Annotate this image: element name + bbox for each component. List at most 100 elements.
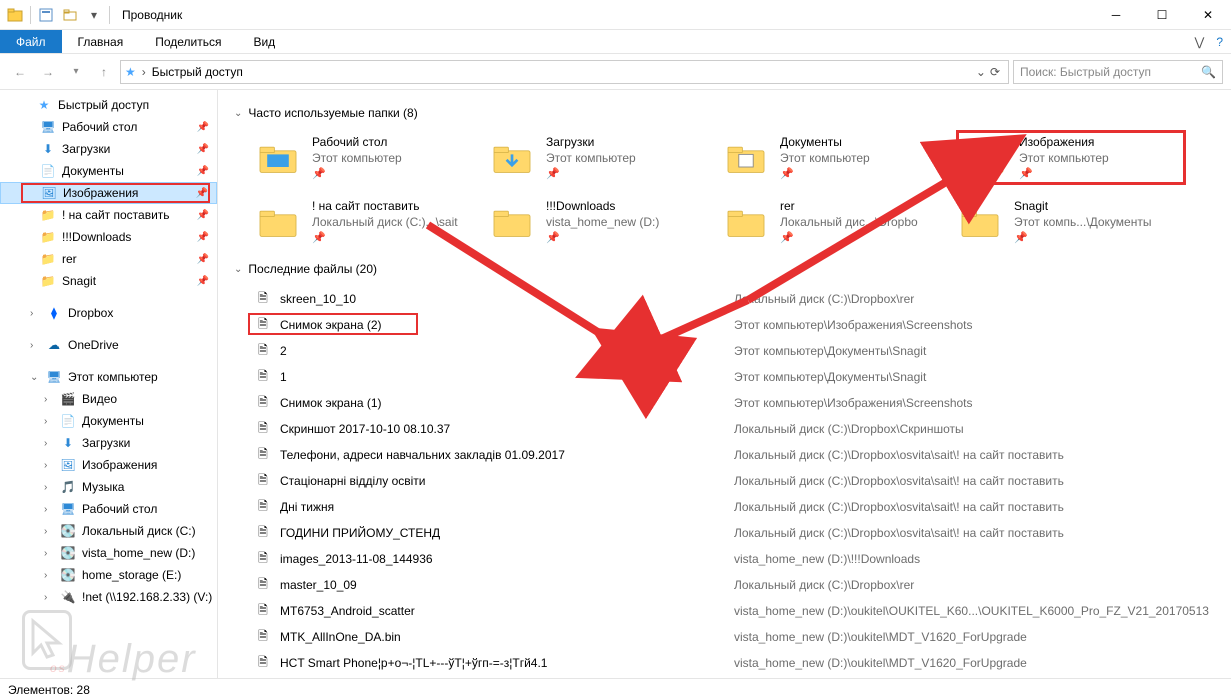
item-icon: ⬇ [60, 435, 76, 451]
pin-icon: 📌 [197, 144, 209, 155]
pin-icon: 📌 [312, 167, 402, 180]
path-separator-icon: › [142, 65, 146, 79]
file-row-5[interactable]: 🗎Скриншот 2017-10-10 08.10.37Локальный д… [254, 416, 1223, 442]
sidebar-item-0[interactable]: 🖥Рабочий стол📌 [0, 116, 217, 138]
file-row-2[interactable]: 🗎2Этот компьютер\Документы\Snagit [254, 338, 1223, 364]
sidebar-pc-item-0[interactable]: ›🎬Видео [0, 388, 217, 410]
sidebar-quick-access[interactable]: ★ Быстрый доступ [0, 94, 217, 116]
sidebar-pc-item-5[interactable]: ›🖥Рабочий стол [0, 498, 217, 520]
folder-item-5[interactable]: !!!Downloadsvista_home_new (D:)📌 [488, 199, 718, 244]
pin-icon: 📌 [546, 231, 659, 244]
search-input[interactable]: Поиск: Быстрый доступ 🔍 [1013, 60, 1223, 84]
sidebar-pc-item-7[interactable]: ›💽vista_home_new (D:) [0, 542, 217, 564]
file-icon: 🗎 [254, 394, 272, 412]
sidebar-pc-item-4[interactable]: ›🎵Музыка [0, 476, 217, 498]
sidebar-pc-item-1[interactable]: ›📄Документы [0, 410, 217, 432]
sidebar-this-pc[interactable]: ⌄🖥 Этот компьютер [0, 366, 217, 388]
sidebar-item-7[interactable]: 📁Snagit📌 [0, 270, 217, 292]
title-bar: ▾ Проводник ─ ☐ ✕ [0, 0, 1231, 30]
sidebar-pc-item-6[interactable]: ›💽Локальный диск (C:) [0, 520, 217, 542]
app-icon [4, 4, 26, 26]
folder-item-3[interactable]: ИзображенияЭтот компьютер📌 [956, 130, 1186, 185]
file-row-11[interactable]: 🗎master_10_09Локальный диск (C:)\Dropbox… [254, 572, 1223, 598]
file-icon: 🗎 [254, 316, 272, 334]
sidebar-item-3[interactable]: 🖼Изображения📌 [0, 182, 217, 204]
file-icon: 🗎 [254, 628, 272, 646]
item-icon: 📄 [60, 413, 76, 429]
ribbon-tab-home[interactable]: Главная [62, 30, 140, 53]
file-icon: 🗎 [254, 420, 272, 438]
sidebar-pc-item-2[interactable]: ›⬇Загрузки [0, 432, 217, 454]
file-row-1[interactable]: 🗎Снимок экрана (2)Этот компьютер\Изображ… [254, 312, 1223, 338]
nav-recent-dropdown[interactable]: ▾ [64, 60, 88, 84]
item-icon: 🎬 [60, 391, 76, 407]
file-row-3[interactable]: 🗎1Этот компьютер\Документы\Snagit [254, 364, 1223, 390]
qat-properties-icon[interactable] [35, 4, 57, 26]
folder-item-4[interactable]: ! на сайт поставитьЛокальный диск (C:)..… [254, 199, 484, 244]
file-icon: 🗎 [254, 498, 272, 516]
qat-dropdown-icon[interactable]: ▾ [83, 4, 105, 26]
file-row-8[interactable]: 🗎Дні тижняЛокальный диск (C:)\Dropbox\os… [254, 494, 1223, 520]
file-icon: 🗎 [254, 550, 272, 568]
file-row-12[interactable]: 🗎MT6753_Android_scattervista_home_new (D… [254, 598, 1223, 624]
pin-icon: 📌 [312, 231, 458, 244]
img-icon: 🖼 [41, 185, 57, 201]
qat-newfolder-icon[interactable] [59, 4, 81, 26]
folder-icon [961, 138, 1009, 178]
file-row-9[interactable]: 🗎ГОДИНИ ПРИЙОМУ_СТЕНДЛокальный диск (C:)… [254, 520, 1223, 546]
folder-icon [488, 138, 536, 178]
pin-icon: 📌 [780, 167, 870, 180]
sidebar-pc-item-3[interactable]: ›🖼Изображения [0, 454, 217, 476]
nav-up-button[interactable]: ↑ [92, 60, 116, 84]
folder-item-7[interactable]: SnagitЭтот компь...\Документы📌 [956, 199, 1186, 244]
folder-item-2[interactable]: ДокументыЭтот компьютер📌 [722, 130, 952, 185]
desktop-icon: 🖥 [40, 119, 56, 135]
sidebar-pc-item-8[interactable]: ›💽home_storage (E:) [0, 564, 217, 586]
pin-icon: 📌 [197, 276, 209, 287]
file-row-6[interactable]: 🗎Телефони, адреси навчальних закладів 01… [254, 442, 1223, 468]
star-icon: ★ [36, 97, 52, 113]
address-dropdown-icon[interactable]: ⌄ [976, 65, 986, 79]
ribbon-expand-icon[interactable]: ⋁ [1194, 35, 1204, 49]
group-recent-files[interactable]: ⌄ Последние файлы (20) [234, 262, 1223, 276]
folder-item-0[interactable]: Рабочий столЭтот компьютер📌 [254, 130, 484, 185]
sidebar-onedrive[interactable]: ›☁ OneDrive [0, 334, 217, 356]
ribbon-tab-view[interactable]: Вид [237, 30, 291, 53]
sidebar-item-2[interactable]: 📄Документы📌 [0, 160, 217, 182]
nav-back-button[interactable]: ← [8, 60, 32, 84]
item-icon: 💽 [60, 545, 76, 561]
file-row-10[interactable]: 🗎images_2013-11-08_144936vista_home_new … [254, 546, 1223, 572]
fold-icon: 📁 [40, 251, 56, 267]
folder-item-6[interactable]: rerЛокальный дис...\Dropbo📌 [722, 199, 952, 244]
ribbon-help-icon[interactable]: ? [1216, 35, 1223, 49]
minimize-button[interactable]: ─ [1093, 0, 1139, 30]
ribbon-tab-file[interactable]: Файл [0, 30, 62, 53]
close-button[interactable]: ✕ [1185, 0, 1231, 30]
sidebar-pc-item-9[interactable]: ›🔌!net (\\192.168.2.33) (V:) [0, 586, 217, 608]
file-icon: 🗎 [254, 290, 272, 308]
refresh-icon[interactable]: ⟳ [990, 65, 1000, 79]
sidebar-item-1[interactable]: ⬇Загрузки📌 [0, 138, 217, 160]
pin-icon: 📌 [780, 231, 918, 244]
folder-item-1[interactable]: ЗагрузкиЭтот компьютер📌 [488, 130, 718, 185]
nav-forward-button[interactable]: → [36, 60, 60, 84]
pin-icon: 📌 [197, 254, 209, 265]
address-input[interactable]: ★ › Быстрый доступ ⌄ ⟳ [120, 60, 1009, 84]
ribbon-tab-share[interactable]: Поделиться [139, 30, 237, 53]
file-row-13[interactable]: 🗎MTK_AllInOne_DA.binvista_home_new (D:)\… [254, 624, 1223, 650]
file-row-4[interactable]: 🗎Снимок экрана (1)Этот компьютер\Изображ… [254, 390, 1223, 416]
item-count: Элементов: 28 [8, 683, 90, 697]
file-row-0[interactable]: 🗎skreen_10_10Локальный диск (C:)\Dropbox… [254, 286, 1223, 312]
sidebar-item-5[interactable]: 📁!!!Downloads📌 [0, 226, 217, 248]
sidebar-item-4[interactable]: 📁! на сайт поставить📌 [0, 204, 217, 226]
navigation-pane[interactable]: ★ Быстрый доступ 🖥Рабочий стол📌⬇Загрузки… [0, 90, 218, 678]
content-pane[interactable]: ⌄ Часто используемые папки (8) Рабочий с… [218, 90, 1231, 678]
file-row-14[interactable]: 🗎HCT Smart Phone¦p+o¬-¦TL+---ўT¦+ўгп-=-з… [254, 650, 1223, 676]
group-frequent-folders[interactable]: ⌄ Часто используемые папки (8) [234, 106, 1223, 120]
sidebar-item-6[interactable]: 📁rer📌 [0, 248, 217, 270]
pin-icon: 📌 [197, 166, 209, 177]
sidebar-dropbox[interactable]: ›⧫ Dropbox [0, 302, 217, 324]
item-icon: 💽 [60, 523, 76, 539]
maximize-button[interactable]: ☐ [1139, 0, 1185, 30]
file-row-7[interactable]: 🗎Стаціонарні відділу освітиЛокальный дис… [254, 468, 1223, 494]
